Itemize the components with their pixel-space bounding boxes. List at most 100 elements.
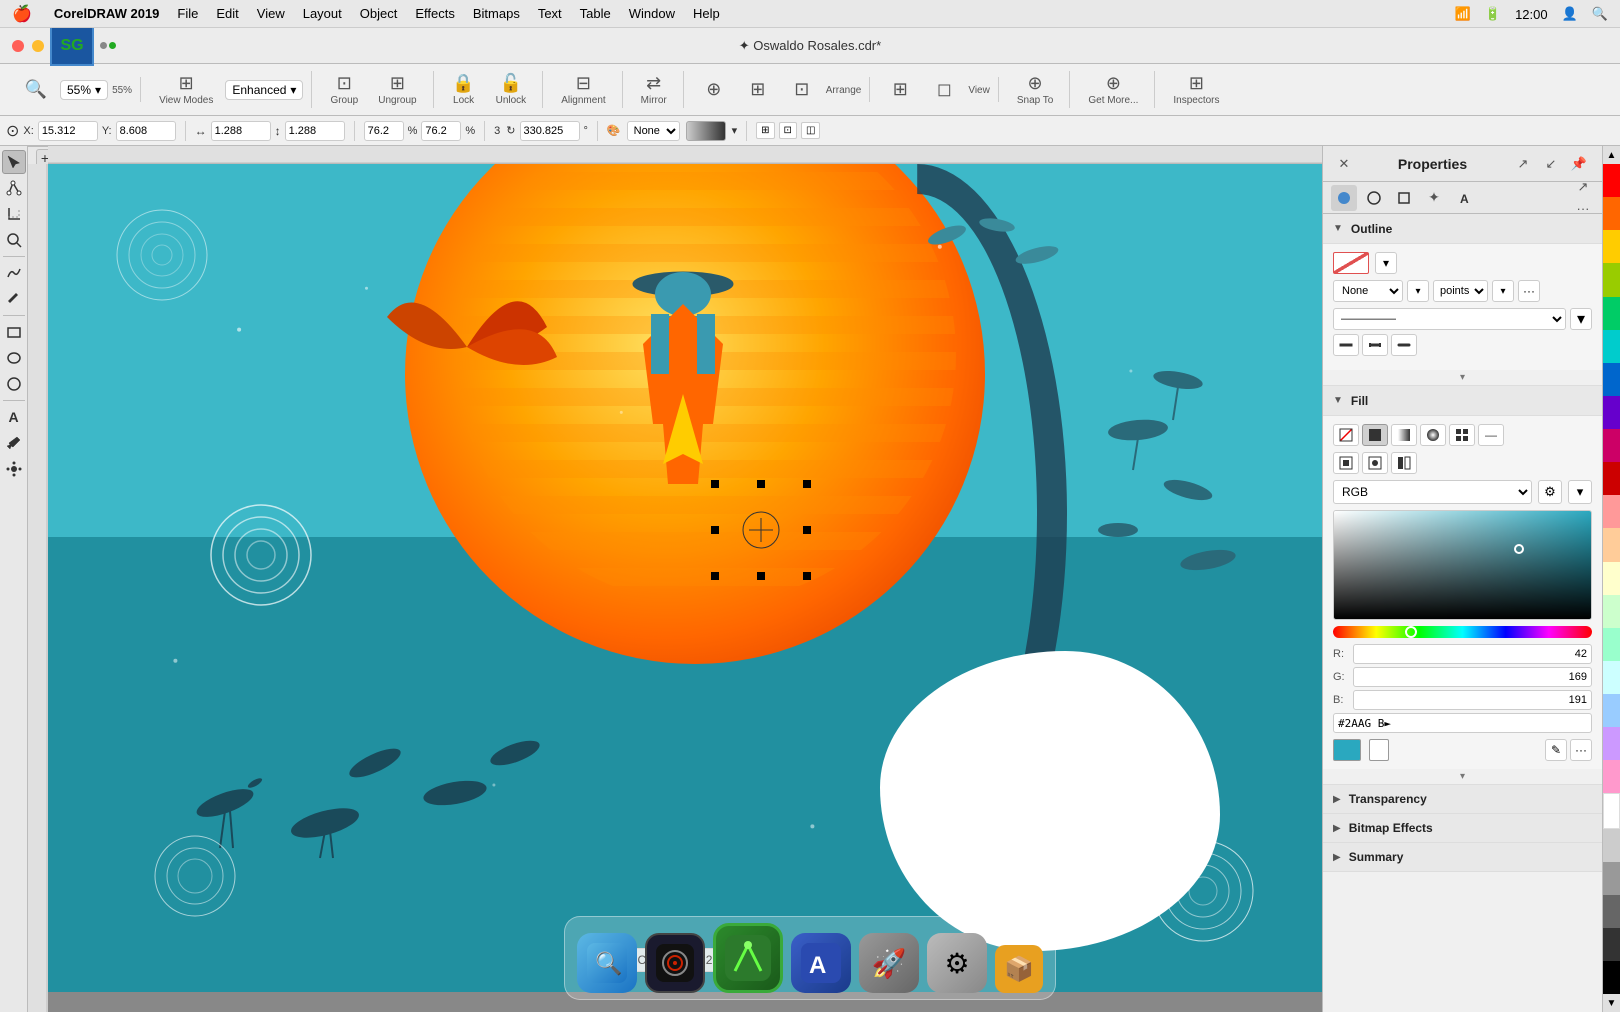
tab-fill[interactable] [1331, 185, 1357, 211]
palette-scroll-up[interactable]: ▲ [1603, 146, 1620, 164]
cap-square-btn[interactable] [1391, 334, 1417, 356]
apple-menu[interactable]: 🍎 [12, 4, 32, 24]
zoom-tool[interactable] [2, 228, 26, 252]
palette-color-teal[interactable] [1603, 330, 1620, 363]
palette-color-light-cyan[interactable] [1603, 661, 1620, 694]
transparency-header[interactable]: ▶ Transparency [1323, 785, 1602, 813]
x-input[interactable] [38, 121, 98, 141]
collapse-icon-btn[interactable]: ↙ [1540, 153, 1562, 175]
view-button[interactable]: ⊞ [880, 77, 920, 102]
group-button[interactable]: ⊡ Group [322, 71, 366, 108]
outline-line-select[interactable]: ————— - - - - - [1333, 308, 1566, 330]
fill-extra-btn1[interactable] [1333, 452, 1359, 474]
app-name[interactable]: CorelDRAW 2019 [54, 6, 159, 21]
fill-pattern-btn[interactable] [1449, 424, 1475, 446]
view-mode-dropdown[interactable]: Enhanced ▾ [225, 80, 303, 100]
fill-section-header[interactable]: ▼ Fill [1323, 386, 1602, 416]
zoom-dropdown[interactable]: 55% ▾ [60, 80, 108, 100]
alignment-button[interactable]: ⊟ Alignment [553, 71, 613, 108]
eyedropper-tool[interactable] [2, 431, 26, 455]
pin-icon-btn[interactable]: 📌 [1568, 153, 1590, 175]
panel-close-button[interactable]: ✕ [1335, 155, 1353, 173]
palette-color-yellow-green[interactable] [1603, 263, 1620, 296]
dock-screensnap[interactable] [645, 933, 705, 993]
cap-round-btn[interactable] [1362, 334, 1388, 356]
fill-edit-more-btn[interactable]: ··· [1570, 739, 1592, 761]
cap-flat-btn[interactable] [1333, 334, 1359, 356]
artwork[interactable]: CorelDRAW 2019 [48, 164, 1322, 992]
outline-unit-dropdown[interactable]: ▾ [1492, 280, 1514, 302]
menu-help[interactable]: Help [693, 6, 720, 21]
dock-system[interactable]: ⚙ [927, 933, 987, 993]
color-gear-btn[interactable]: ⚙ [1538, 480, 1562, 504]
fill-edit-pen-btn[interactable]: ✎ [1545, 739, 1567, 761]
palette-color-light-green[interactable] [1603, 595, 1620, 628]
dock-finder[interactable]: 🔍 [577, 933, 637, 993]
scale-x-input[interactable] [364, 121, 404, 141]
menu-edit[interactable]: Edit [216, 6, 238, 21]
outline-unit-select[interactable]: points mm px [1433, 280, 1488, 302]
palette-color-mint[interactable] [1603, 628, 1620, 661]
palette-color-light-gray[interactable] [1603, 829, 1620, 862]
palette-color-blue[interactable] [1603, 363, 1620, 396]
outline-section-header[interactable]: ▼ Outline [1323, 214, 1602, 244]
palette-color-dark-red[interactable] [1603, 462, 1620, 495]
outline-none-select[interactable]: None [1333, 280, 1403, 302]
close-window-button[interactable] [12, 40, 24, 52]
menu-window[interactable]: Window [629, 6, 675, 21]
user-icon[interactable]: 👤 [1562, 6, 1578, 22]
view-button2[interactable]: ◻ [924, 77, 964, 102]
menu-bitmaps[interactable]: Bitmaps [473, 6, 520, 21]
palette-color-green[interactable] [1603, 297, 1620, 330]
palette-color-pink[interactable] [1603, 429, 1620, 462]
fill-extra-btn3[interactable] [1391, 452, 1417, 474]
hex-input[interactable] [1333, 713, 1592, 733]
canvas-area[interactable]: CorelDRAW 2019 + Page 1 ··· [28, 146, 1322, 1012]
color-picker-box[interactable] [1333, 510, 1592, 620]
dock-vectornator[interactable] [713, 923, 783, 993]
arrange-button3[interactable]: ⊡ [782, 77, 822, 102]
extra-btn2[interactable]: ⊡ [779, 122, 797, 139]
palette-scroll-down[interactable]: ▼ [1603, 994, 1620, 1012]
menu-effects[interactable]: Effects [415, 6, 455, 21]
extra-btn1[interactable]: ⊞ [756, 122, 774, 139]
lock-button[interactable]: 🔒 Lock [444, 71, 484, 108]
fill-linear-btn[interactable] [1391, 424, 1417, 446]
r-input[interactable] [1353, 644, 1592, 664]
fill-select[interactable]: None [627, 121, 680, 141]
inspectors-button[interactable]: ⊞ Inspectors [1165, 71, 1227, 108]
outline-more-btn[interactable]: ··· [1518, 280, 1540, 302]
dock-font[interactable]: A [791, 933, 851, 993]
color-extra-btn[interactable]: ▾ [1568, 480, 1592, 504]
battery-icon[interactable]: 🔋 [1485, 6, 1501, 22]
menu-file[interactable]: File [177, 6, 198, 21]
palette-color-white[interactable] [1603, 793, 1620, 828]
outline-color-picker-btn[interactable]: ▾ [1375, 252, 1397, 274]
mirror-button[interactable]: ⇄ Mirror [633, 71, 675, 108]
fill-radial-btn[interactable] [1420, 424, 1446, 446]
scale-y-input[interactable] [421, 121, 461, 141]
palette-color-yellow[interactable] [1603, 230, 1620, 263]
outline-none-dropdown[interactable]: ▾ [1407, 280, 1429, 302]
outline-color-swatch[interactable] [1333, 252, 1369, 274]
menu-layout[interactable]: Layout [303, 6, 342, 21]
color-model-select[interactable]: RGB CMYK HSL [1333, 480, 1532, 504]
outline-chevron[interactable]: ▾ [1460, 372, 1465, 383]
view-modes-button[interactable]: ⊞ View Modes [151, 71, 221, 108]
freehand-tool[interactable] [2, 261, 26, 285]
get-more-button[interactable]: ⊕ Get More... [1080, 71, 1146, 108]
fill-gradient-preview[interactable] [686, 121, 726, 141]
select-tool[interactable] [2, 150, 26, 174]
expand-icon-btn[interactable]: ↗ [1512, 153, 1534, 175]
tab-effects[interactable]: ✦ [1421, 185, 1447, 211]
zoom-button[interactable]: 🔍 [16, 77, 56, 102]
arrange-button2[interactable]: ⊞ [738, 77, 778, 102]
palette-color-purple[interactable] [1603, 396, 1620, 429]
wifi-icon[interactable]: 📶 [1455, 6, 1471, 22]
unlock-button[interactable]: 🔓 Unlock [488, 71, 535, 108]
y-input[interactable] [116, 121, 176, 141]
palette-color-lavender[interactable] [1603, 727, 1620, 760]
fill-mesh-btn[interactable]: — [1478, 424, 1504, 446]
dock-downloads[interactable]: 📦 [995, 945, 1043, 993]
outline-line-dropdown[interactable]: ▾ [1570, 308, 1592, 330]
